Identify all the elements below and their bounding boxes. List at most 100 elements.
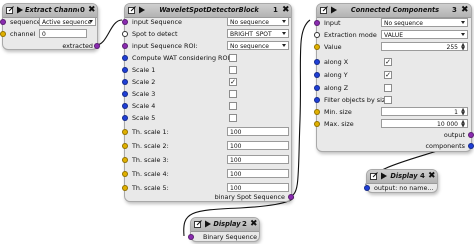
scale-5-checkbox[interactable] [229,114,237,122]
sequence-select[interactable]: Active sequence [39,17,96,26]
filter-by-size-checkbox[interactable] [384,96,392,104]
port-display-4-in[interactable] [364,185,370,191]
spot-to-detect-select[interactable]: BRIGHT_SPOT [227,29,289,38]
close-icon[interactable]: ✖ [250,219,258,230]
edit-icon[interactable] [320,6,328,14]
input-roi-select[interactable]: No sequence [227,41,289,50]
display-4-header[interactable]: Display 4 ✖ [367,170,437,184]
th-scale-1-field[interactable]: 100 [227,127,289,136]
components-header[interactable]: Connected Components 3 ✖ [317,4,471,18]
port-value[interactable] [314,44,320,50]
input-sequence-select[interactable]: No sequence [227,17,289,26]
input-label: along X [324,58,349,66]
display-4-block[interactable]: Display 4 ✖ output: no name... [364,169,438,193]
edit-icon[interactable] [370,172,378,180]
port-input[interactable] [314,20,320,26]
spinner-arrows-icon[interactable]: ▲ ▼ [461,108,465,115]
input-label: Compute WAT considering ROI [132,54,230,62]
close-icon[interactable]: ✖ [282,5,290,16]
port-scale-4[interactable] [122,103,128,109]
edit-icon[interactable] [6,6,14,14]
max-size-field[interactable]: 10 000 ▲ ▼ [381,119,468,128]
along-x-checkbox[interactable]: ✓ [384,58,392,66]
edit-icon[interactable] [194,220,202,228]
input-select[interactable]: No sequence [381,18,468,27]
edit-icon[interactable] [128,6,136,14]
output-label: output [443,131,465,139]
play-icon[interactable] [380,172,388,180]
port-input-sequence-roi[interactable] [122,43,128,49]
port-filter-by-size[interactable] [314,97,320,103]
port-components-out[interactable] [468,143,474,149]
port-along-z[interactable] [314,85,320,91]
extract-channel-block[interactable]: Extract Channel 0 ✖ sequence Active sequ… [0,3,100,50]
min-size-field[interactable]: 1 ▲ ▼ [381,107,468,116]
port-input-sequence[interactable] [122,19,128,25]
play-icon[interactable] [204,220,212,228]
th-scale-2-field[interactable]: 100 [227,141,289,150]
port-sequence-in[interactable] [0,19,6,25]
th-scale-4-field[interactable]: 100 [227,169,289,178]
close-icon[interactable]: ✖ [88,5,96,16]
scale-2-checkbox[interactable]: ✓ [229,78,237,86]
port-scale-2[interactable] [122,79,128,85]
wavelet-spot-detector-block[interactable]: WaveletSpotDetectorBlock 1 ✖ input Seque… [122,3,294,202]
block-number: 2 [242,220,247,228]
port-channel-in[interactable] [0,31,6,37]
extract-channel-title: Extract Channel [25,6,79,14]
display-2-header[interactable]: Display 2 ✖ [191,218,259,232]
port-th-scale-4[interactable] [122,171,128,177]
port-max-size[interactable] [314,121,320,127]
input-label: sequence [10,18,41,26]
port-output-out[interactable] [468,132,474,138]
port-th-scale-5[interactable] [122,185,128,191]
value-field[interactable]: 255 ▲ ▼ [381,42,468,51]
input-label: output: no name... [374,184,434,192]
extract-channel-header[interactable]: Extract Channel 0 ✖ [3,4,97,18]
spinner-arrows-icon[interactable]: ▲ ▼ [461,43,465,50]
port-scale-5[interactable] [122,115,128,121]
output-label: extracted [62,42,93,50]
close-icon[interactable]: ✖ [461,5,469,16]
display-2-block[interactable]: Display 2 ✖ Binary Sequence [188,217,260,242]
port-spot-to-detect[interactable] [122,31,128,37]
scale-3-checkbox[interactable] [229,90,237,98]
port-th-scale-2[interactable] [122,143,128,149]
input-label: Scale 2 [132,78,156,86]
input-label: Extraction mode [324,31,377,39]
port-extracted-out[interactable] [94,43,100,49]
input-label: Th. scale 4: [132,170,169,178]
input-label: Th. scale 1: [132,128,169,136]
input-label: Th. scale 5: [132,184,169,192]
channel-field[interactable]: 0 [39,29,87,38]
th-scale-5-field[interactable]: 100 [227,183,289,192]
port-compute-wat[interactable] [122,55,128,61]
spinner-arrows-icon[interactable]: ▲ ▼ [461,120,465,127]
port-extraction-mode[interactable] [314,32,320,38]
port-scale-1[interactable] [122,67,128,73]
compute-wat-checkbox[interactable] [229,54,237,62]
port-scale-3[interactable] [122,91,128,97]
along-z-checkbox[interactable] [384,84,392,92]
connected-components-block[interactable]: Connected Components 3 ✖ Input No sequen… [314,3,474,152]
port-th-scale-3[interactable] [122,157,128,163]
port-th-scale-1[interactable] [122,129,128,135]
input-label: along Z [324,84,349,92]
port-along-x[interactable] [314,59,320,65]
along-y-checkbox[interactable]: ✓ [384,71,392,79]
th-scale-3-field[interactable]: 100 [227,155,289,164]
port-display-2-in[interactable] [188,234,194,240]
play-icon[interactable] [16,6,24,14]
play-icon[interactable] [330,6,338,14]
play-icon[interactable] [138,6,146,14]
scale-4-checkbox[interactable] [229,102,237,110]
close-icon[interactable]: ✖ [428,171,436,182]
port-binary-spot-out[interactable] [288,194,294,200]
display-4-title: Display [390,172,418,180]
scale-1-checkbox[interactable] [229,66,237,74]
port-min-size[interactable] [314,109,320,115]
extraction-mode-select[interactable]: VALUE [381,30,468,39]
wavelet-header[interactable]: WaveletSpotDetectorBlock 1 ✖ [125,4,291,18]
port-along-y[interactable] [314,72,320,78]
input-label: Th. scale 3: [132,156,169,164]
